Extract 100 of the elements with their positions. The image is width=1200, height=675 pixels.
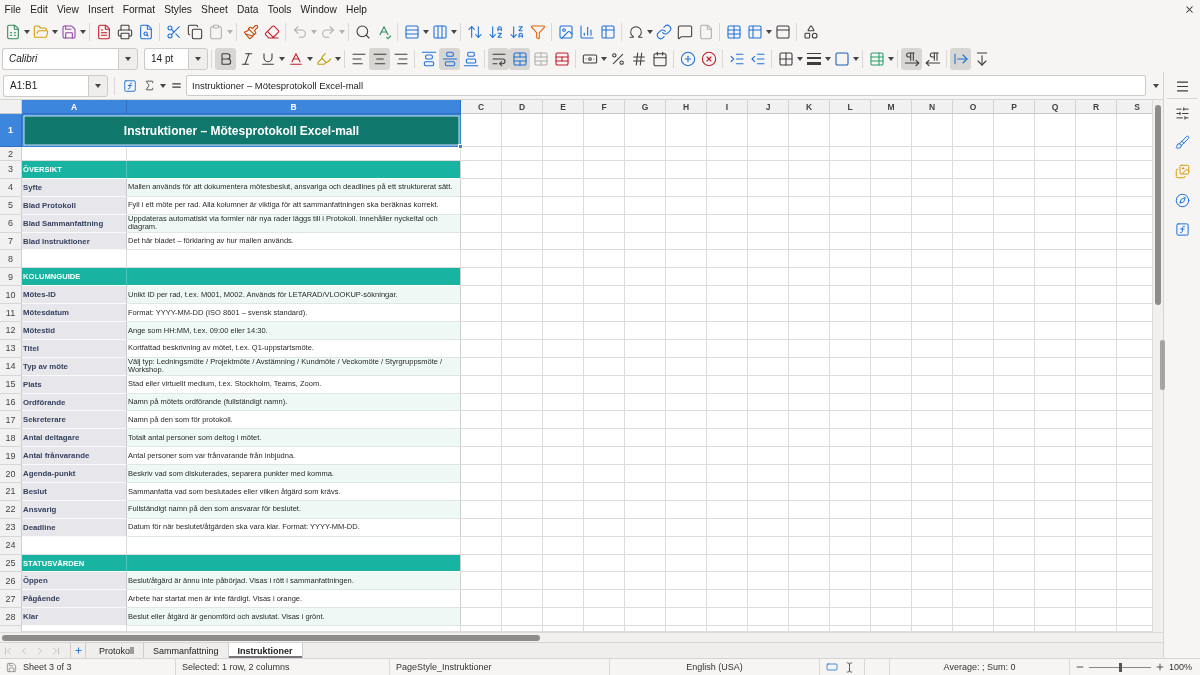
row-header[interactable]: 17 <box>0 411 22 430</box>
column-header[interactable]: J <box>748 100 789 114</box>
scrollbar-thumb[interactable] <box>2 635 540 641</box>
bar-chart-icon <box>578 23 595 40</box>
pilcrow-right-icon <box>903 50 920 67</box>
column-header[interactable]: A <box>22 100 127 114</box>
sort-ascending-icon <box>487 23 504 40</box>
menu-item[interactable]: View <box>52 3 84 15</box>
menu-item[interactable]: Window <box>296 3 342 15</box>
chevron-left-bar-icon <box>2 644 14 657</box>
column-header[interactable]: C <box>461 100 502 114</box>
vertical-scrollbar[interactable] <box>1152 100 1163 632</box>
menu-item[interactable]: Data <box>232 3 264 15</box>
row-header[interactable]: 9 <box>0 268 22 287</box>
column-header[interactable]: N <box>912 100 953 114</box>
folder-icon <box>32 23 49 40</box>
sum-text: Average: ; Sum: 0 <box>943 662 1016 672</box>
fill-handle[interactable] <box>458 144 463 149</box>
column-header[interactable]: P <box>994 100 1035 114</box>
row-header[interactable]: 19 <box>0 447 22 466</box>
menu-item[interactable]: Help <box>341 3 372 15</box>
row-header[interactable]: 10 <box>0 286 22 305</box>
menu-item[interactable]: Sheet <box>196 3 233 15</box>
sidebar-handle[interactable] <box>1160 340 1165 390</box>
wrap-text-button[interactable] <box>488 47 509 70</box>
font-size-field[interactable]: 14 pt <box>144 47 188 70</box>
font-name-field[interactable]: Calibri <box>2 47 118 70</box>
row-header[interactable]: 11 <box>0 304 22 322</box>
row-header[interactable]: 1 <box>0 114 22 147</box>
align-center-button[interactable] <box>369 47 390 70</box>
search-icon <box>354 23 371 40</box>
sort-icon <box>466 23 483 40</box>
column-header[interactable]: H <box>666 100 707 114</box>
column-header[interactable]: O <box>953 100 994 114</box>
row-header[interactable]: 27 <box>0 590 22 609</box>
menu-item[interactable]: File <box>0 3 26 15</box>
column-header[interactable]: F <box>584 100 625 114</box>
row-header[interactable]: 8 <box>0 250 22 269</box>
column-header[interactable]: I <box>707 100 748 114</box>
row-header[interactable]: 26 <box>0 572 22 591</box>
column-header[interactable]: R <box>1076 100 1117 114</box>
scissors-icon <box>165 23 182 40</box>
menu-item[interactable]: Styles <box>159 3 197 15</box>
row-header[interactable]: 21 <box>0 483 22 501</box>
image-icon <box>557 23 574 40</box>
zoom-percent-text: 100% <box>1169 662 1193 672</box>
dropdown-button[interactable] <box>188 47 208 70</box>
table-icon <box>868 50 885 67</box>
column-header[interactable]: L <box>830 100 871 114</box>
column-header[interactable]: E <box>543 100 584 114</box>
close-button[interactable] <box>1183 3 1195 15</box>
row-header[interactable]: 2 <box>0 147 22 161</box>
copy-icon <box>186 23 203 40</box>
dropdown-button[interactable] <box>118 47 138 70</box>
eraser-icon <box>263 23 280 40</box>
sheet-tab[interactable]: Instruktioner <box>228 643 303 658</box>
merge-cells-icon <box>511 50 528 67</box>
row-header[interactable]: 12 <box>0 322 22 340</box>
menu-item[interactable]: Tools <box>263 3 296 15</box>
menu-item[interactable]: Format <box>118 3 160 15</box>
sliders-icon <box>1174 105 1190 121</box>
scrollbar-thumb[interactable] <box>1155 105 1161 305</box>
caret-icon <box>23 29 30 34</box>
font-color-icon <box>287 50 304 67</box>
align-middle-button[interactable] <box>439 47 460 70</box>
highlighter-icon <box>315 50 332 67</box>
column-header[interactable]: M <box>871 100 912 114</box>
table-icon <box>746 23 763 40</box>
row-header[interactable]: 20 <box>0 465 22 484</box>
zoom-slider-thumb[interactable] <box>1118 662 1122 672</box>
menu-item[interactable]: Edit <box>25 3 53 15</box>
column-header[interactable]: B <box>127 100 461 114</box>
column-header[interactable]: K <box>789 100 830 114</box>
menu-item[interactable]: Insert <box>83 3 119 15</box>
square-icon <box>833 50 850 67</box>
horizontal-scrollbar[interactable] <box>0 632 1163 642</box>
bold-button[interactable] <box>215 47 236 70</box>
chevron-right-bar-icon <box>50 644 62 657</box>
column-header[interactable]: S <box>1117 100 1152 114</box>
caret-icon <box>887 56 894 61</box>
formula-input[interactable]: Instruktioner – Mötesprotokoll Excel-mall <box>186 75 1146 96</box>
column-header[interactable]: G <box>625 100 666 114</box>
line-style-icon <box>805 50 822 67</box>
row-header[interactable]: 3 <box>0 161 22 179</box>
function-icon <box>123 78 137 93</box>
page-style-text: PageStyle_Instruktioner <box>396 662 492 672</box>
name-box[interactable]: A1:B1 <box>3 74 88 97</box>
column-header[interactable]: D <box>502 100 543 114</box>
column-header[interactable]: Q <box>1035 100 1076 114</box>
rectangle-icon <box>826 661 838 673</box>
dropdown-button[interactable] <box>88 74 108 97</box>
left-to-right-button[interactable] <box>901 47 922 70</box>
row-header[interactable]: 28 <box>0 608 22 627</box>
caret-icon <box>278 56 285 61</box>
rows-icon <box>403 23 420 40</box>
row-header[interactable]: 18 <box>0 429 22 448</box>
plus-icon <box>1155 662 1165 672</box>
plus-circle-icon <box>679 50 696 67</box>
merge-and-center-button[interactable] <box>509 47 530 70</box>
text-left-to-right-button[interactable] <box>950 47 971 70</box>
